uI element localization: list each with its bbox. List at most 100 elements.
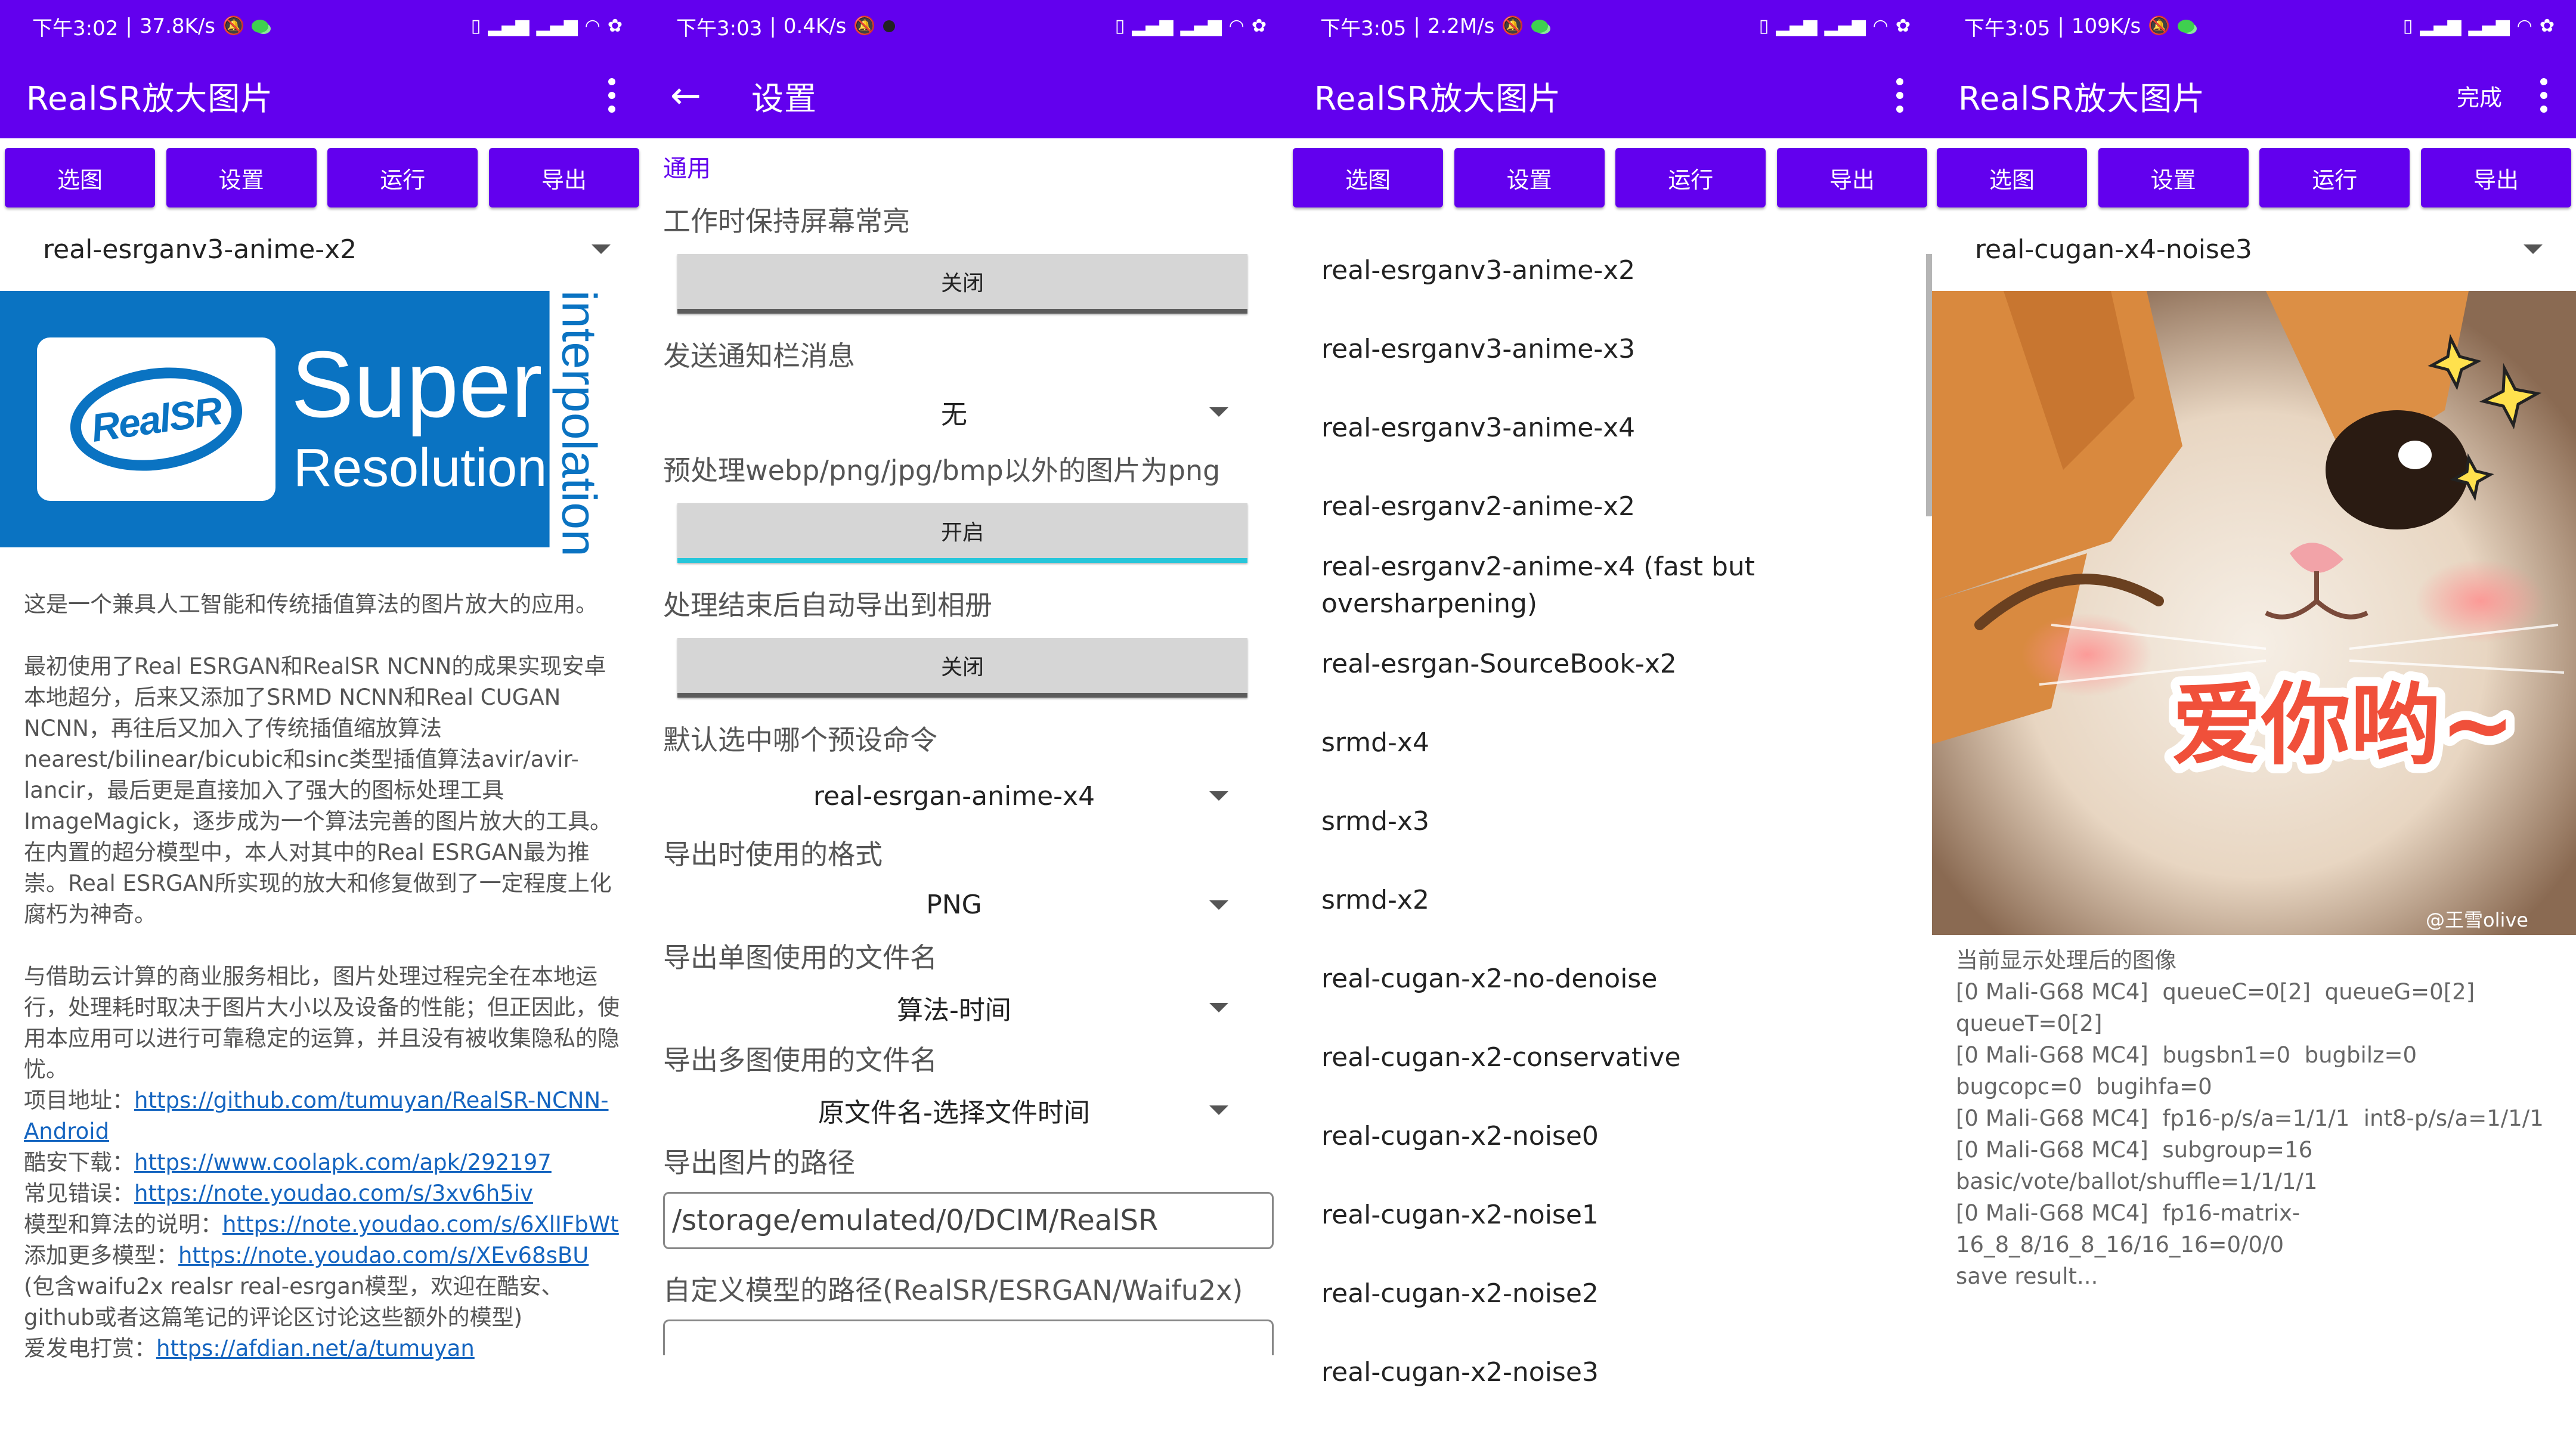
model-option[interactable]: srmd-x2: [1288, 861, 1932, 940]
status-bar: 下午3:02 | 37.8K/s 🔕 ▯ ▂▄▆ ▂▄▆ ◠ ✿: [0, 0, 644, 52]
pick-image-button[interactable]: 选图: [1293, 148, 1443, 207]
notify-dropdown[interactable]: 无: [655, 380, 1277, 444]
dropdown-caret-icon: [1209, 1105, 1228, 1115]
more-models-link[interactable]: https://note.youdao.com/s/XEv68sBU: [178, 1243, 589, 1268]
model-option[interactable]: real-cugan-x2-noise0: [1288, 1097, 1932, 1176]
battery-icon: ✿: [1895, 16, 1911, 36]
overflow-menu-icon[interactable]: [1896, 78, 1903, 113]
faq-link[interactable]: https://note.youdao.com/s/3xv6h5iv: [134, 1181, 533, 1206]
model-option[interactable]: real-esrganv3-anime-x4: [1288, 389, 1932, 467]
setting-title: 预处理webp/png/jpg/bmp以外的图片为png: [663, 454, 1221, 487]
pick-image-button[interactable]: 选图: [5, 148, 155, 207]
list-scrollbar[interactable]: [1926, 254, 1932, 516]
setting-title: 处理结束后自动导出到相册: [663, 589, 992, 622]
signal2-icon: ▂▄▆: [536, 16, 578, 36]
status-time: 下午3:03: [676, 16, 763, 41]
custom-model-path-input[interactable]: [663, 1319, 1274, 1355]
wifi-icon: ◠: [584, 16, 600, 36]
dropdown-caret-icon: [2524, 244, 2543, 254]
wechat-icon: [252, 20, 269, 33]
status-bar: 下午3:03 | 0.4K/s 🔕 ▯ ▂▄▆ ▂▄▆ ◠ ✿: [644, 0, 1288, 52]
action-buttons: 选图 设置 运行 导出: [0, 138, 644, 207]
processing-log: 当前显示处理后的图像 [0 Mali-G68 MC4] queueC=0[2] …: [1956, 947, 2544, 1289]
model-option[interactable]: srmd-x4: [1288, 704, 1932, 782]
done-button[interactable]: 完成: [2457, 79, 2502, 112]
status-bar: 下午3:05 | 2.2M/s 🔕 ▯ ▂▄▆ ▂▄▆ ◠ ✿: [1288, 0, 1932, 52]
wifi-icon: ◠: [1228, 16, 1244, 36]
signal2-icon: ▂▄▆: [1180, 16, 1222, 36]
dropdown-caret-icon: [1209, 407, 1228, 417]
result-image-cat[interactable]: 爱你哟~ 爱你哟~ @王雪olive: [1932, 291, 2576, 935]
screen-main-intro: 下午3:02 | 37.8K/s 🔕 ▯ ▂▄▆ ▂▄▆ ◠ ✿ RealSR放…: [0, 0, 644, 1431]
run-button[interactable]: 运行: [2259, 148, 2410, 207]
model-option[interactable]: real-cugan-x2-noise3: [1288, 1333, 1932, 1412]
export-path-input[interactable]: [663, 1191, 1274, 1249]
app-title: RealSR放大图片: [1314, 79, 1562, 117]
export-format-dropdown[interactable]: PNG: [655, 879, 1277, 931]
model-option[interactable]: real-cugan-x2-noise1: [1288, 1176, 1932, 1255]
models-link[interactable]: https://note.youdao.com/s/6XlIFbWt: [222, 1212, 619, 1237]
app-bar: RealSR放大图片: [1288, 52, 1932, 138]
model-option[interactable]: real-esrganv2-anime-x4 (fast but oversha…: [1288, 546, 1932, 625]
multi-filename-dropdown[interactable]: 原文件名-选择文件时间: [655, 1085, 1277, 1136]
model-option[interactable]: real-cugan-x2-noise2: [1288, 1255, 1932, 1333]
preprocess-toggle[interactable]: 开启: [677, 503, 1247, 563]
mute-icon: 🔕: [853, 16, 876, 36]
svg-text:爱你哟~: 爱你哟~: [2172, 674, 2515, 778]
overflow-menu-icon[interactable]: [608, 78, 615, 113]
model-spinner[interactable]: real-esrganv3-anime-x2: [0, 207, 644, 291]
model-option[interactable]: real-cugan-x2-no-denoise: [1288, 940, 1932, 1018]
model-option[interactable]: srmd-x3: [1288, 782, 1932, 861]
export-button[interactable]: 导出: [2420, 148, 2571, 207]
more-models-link-row: 添加更多模型：https://note.youdao.com/s/XEv68sB…: [24, 1243, 589, 1268]
auto-export-toggle[interactable]: 关闭: [677, 638, 1247, 698]
coolapk-link[interactable]: https://www.coolapk.com/apk/292197: [134, 1150, 552, 1175]
wechat-icon: [2177, 20, 2194, 33]
logo-resolution-text: Resolution: [293, 438, 547, 498]
mute-icon: 🔕: [222, 16, 245, 36]
image-caption: 爱你哟~ 爱你哟~: [2163, 665, 2524, 786]
keep-screen-toggle[interactable]: 关闭: [677, 254, 1247, 314]
model-option[interactable]: real-esrganv3-anime-x3: [1288, 310, 1932, 389]
settings-button[interactable]: 设置: [1454, 148, 1605, 207]
settings-button[interactable]: 设置: [2098, 148, 2249, 207]
model-spinner[interactable]: real-cugan-x4-noise3: [1932, 207, 2576, 291]
image-watermark: @王雪olive: [2426, 909, 2528, 931]
back-arrow-icon[interactable]: ←: [670, 77, 701, 114]
battery-icon: ✿: [1251, 16, 1267, 36]
export-button[interactable]: 导出: [488, 148, 639, 207]
setting-title: 导出单图使用的文件名: [663, 941, 937, 974]
screens-row: 下午3:02 | 37.8K/s 🔕 ▯ ▂▄▆ ▂▄▆ ◠ ✿ RealSR放…: [0, 0, 2576, 1431]
model-option[interactable]: real-esrganv2-anime-x2: [1288, 467, 1932, 546]
project-link-row: 项目地址：https://github.com/tumuyan/RealSR-N…: [24, 1088, 609, 1144]
status-time: 下午3:02: [32, 16, 119, 41]
model-option[interactable]: real-esrgan-SourceBook-x2: [1288, 625, 1932, 704]
setting-title: 导出时使用的格式: [663, 838, 883, 871]
cat-illustration: 爱你哟~ 爱你哟~ @王雪olive: [1932, 291, 2576, 935]
action-buttons: 选图 设置 运行 导出: [1932, 138, 2576, 207]
model-option[interactable]: real-cugan-x2-conservative: [1288, 1018, 1932, 1097]
donate-link[interactable]: https://afdian.net/a/tumuyan: [156, 1336, 475, 1361]
setting-title: 默认选中哪个预设命令: [663, 724, 937, 757]
settings-button[interactable]: 设置: [166, 148, 317, 207]
status-bar: 下午3:05 | 109K/s 🔕 ▯ ▂▄▆ ▂▄▆ ◠ ✿: [1932, 0, 2576, 52]
desc-paragraph: 最初使用了Real ESRGAN和RealSR NCNN的成果实现安卓本地超分，…: [24, 653, 612, 834]
app-description: 这是一个兼具人工智能和传统插值算法的图片放大的应用。 最初使用了Real ESR…: [0, 547, 644, 1364]
default-command-dropdown[interactable]: real-esrgan-anime-x4: [655, 764, 1277, 828]
app-title: RealSR放大图片: [26, 79, 274, 117]
export-button[interactable]: 导出: [1776, 148, 1927, 207]
mute-icon: 🔕: [2148, 16, 2171, 36]
screen-result: 下午3:05 | 109K/s 🔕 ▯ ▂▄▆ ▂▄▆ ◠ ✿ RealSR放大…: [1932, 0, 2576, 1431]
overflow-menu-icon[interactable]: [2540, 78, 2547, 113]
dropdown-caret-icon: [1209, 1002, 1228, 1012]
desc-paragraph: 在内置的超分模型中，本人对其中的Real ESRGAN最为推崇。Real ESR…: [24, 840, 612, 927]
single-filename-dropdown[interactable]: 算法-时间: [655, 982, 1277, 1033]
vibrate-icon: ▯: [1758, 16, 1769, 36]
run-button[interactable]: 运行: [1615, 148, 1766, 207]
run-button[interactable]: 运行: [327, 148, 478, 207]
faq-link-row: 常见错误：https://note.youdao.com/s/3xv6h5iv: [24, 1181, 533, 1206]
model-selected: real-esrganv3-anime-x2: [43, 234, 357, 265]
pick-image-button[interactable]: 选图: [1937, 148, 2087, 207]
app-title: RealSR放大图片: [1958, 79, 2206, 117]
model-option[interactable]: real-esrganv3-anime-x2: [1288, 231, 1932, 310]
